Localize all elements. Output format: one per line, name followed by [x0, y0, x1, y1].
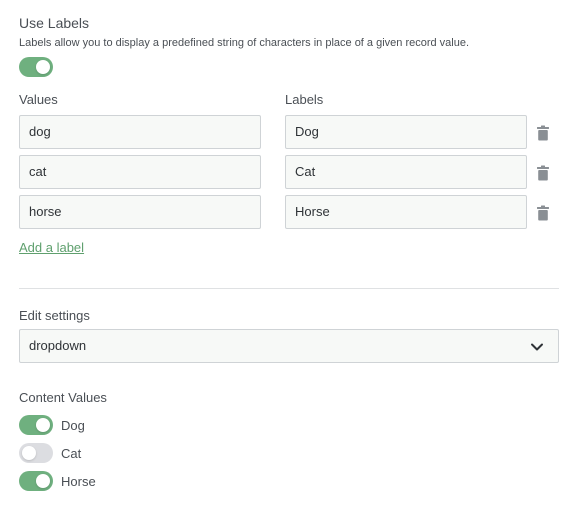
add-label-link[interactable]: Add a label [19, 240, 84, 255]
content-value-toggle-cat[interactable] [19, 443, 53, 463]
content-value-toggle-horse[interactable] [19, 471, 53, 491]
trash-icon[interactable] [536, 205, 550, 221]
chevron-down-icon [531, 343, 543, 351]
value-field[interactable]: dog [19, 115, 261, 149]
edit-settings-dropdown[interactable]: dropdown [19, 329, 559, 363]
edit-settings-title: Edit settings [19, 308, 90, 323]
content-value-label: Horse [61, 474, 96, 489]
toggle-knob [36, 418, 50, 432]
toggle-knob [22, 446, 36, 460]
values-column-header: Values [19, 92, 58, 107]
content-values-title: Content Values [19, 390, 107, 405]
label-field[interactable]: Dog [285, 115, 527, 149]
trash-icon[interactable] [536, 125, 550, 141]
label-field[interactable]: Horse [285, 195, 527, 229]
value-field[interactable]: cat [19, 155, 261, 189]
content-value-label: Dog [61, 418, 85, 433]
dropdown-selected-value: dropdown [29, 338, 87, 353]
content-value-label: Cat [61, 446, 82, 461]
use-labels-title: Use Labels [19, 15, 90, 31]
toggle-knob [36, 474, 50, 488]
use-labels-description: Labels allow you to display a predefined… [19, 37, 470, 49]
content-value-toggle-dog[interactable] [19, 415, 53, 435]
use-labels-toggle[interactable] [19, 57, 53, 77]
toggle-knob [36, 60, 50, 74]
label-field[interactable]: Cat [285, 155, 527, 189]
labels-column-header: Labels [285, 92, 324, 107]
value-field[interactable]: horse [19, 195, 261, 229]
trash-icon[interactable] [536, 165, 550, 181]
section-divider [19, 288, 559, 289]
